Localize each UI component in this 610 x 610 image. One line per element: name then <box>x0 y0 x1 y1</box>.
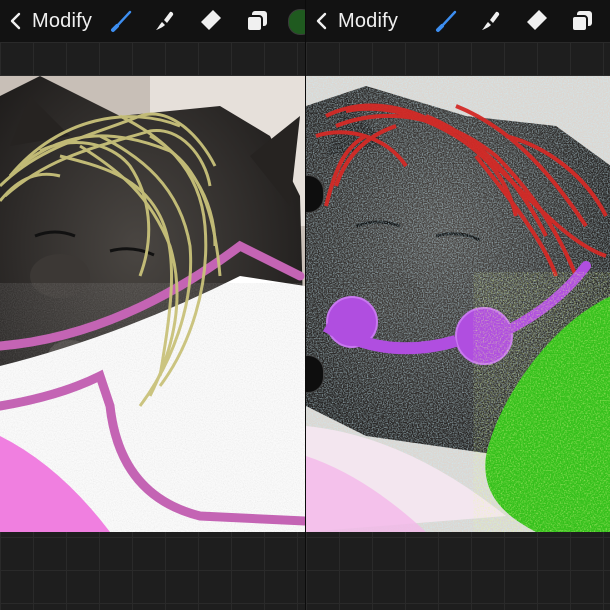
top-toolbar: Modify <box>0 0 305 42</box>
modify-back-button[interactable]: Modify <box>306 0 398 42</box>
eraser-icon[interactable] <box>524 8 550 34</box>
cat-drawing-right <box>306 76 610 532</box>
chevron-left-icon <box>10 12 21 30</box>
left-app-window: Modify <box>0 0 305 610</box>
modify-back-button[interactable]: Modify <box>0 0 92 42</box>
chevron-left-icon <box>316 12 327 30</box>
cat-drawing-left <box>0 76 305 532</box>
modify-label: Modify <box>32 9 93 32</box>
smudge-icon[interactable] <box>152 8 178 34</box>
color-swatch[interactable] <box>288 9 305 35</box>
eraser-icon[interactable] <box>198 8 224 34</box>
smudge-icon[interactable] <box>478 8 504 34</box>
brush-icon[interactable] <box>108 8 134 34</box>
modify-label: Modify <box>338 9 399 32</box>
right-app-window: Modify <box>305 0 610 610</box>
layers-icon[interactable] <box>244 8 270 34</box>
top-toolbar: Modify <box>306 0 610 42</box>
layers-icon[interactable] <box>569 8 595 34</box>
drawing-canvas-right[interactable] <box>306 76 610 532</box>
drawing-canvas-left[interactable] <box>0 76 305 532</box>
brush-icon[interactable] <box>433 8 459 34</box>
